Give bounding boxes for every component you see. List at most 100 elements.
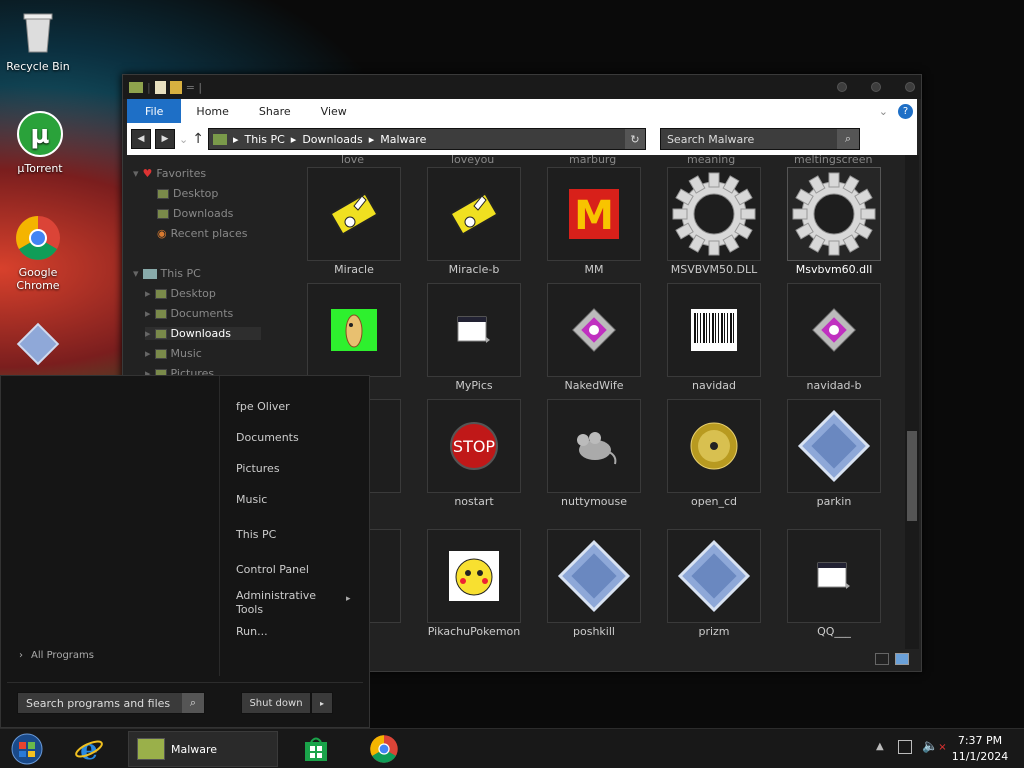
svg-text:e: e (80, 734, 98, 764)
taskbar-chrome[interactable] (364, 731, 404, 767)
search-icon[interactable]: ⌕ (182, 693, 204, 713)
file-tile[interactable]: Miracle-b (414, 167, 534, 276)
search-icon[interactable]: ⌕ (836, 129, 859, 149)
desktop-icon-utorrent[interactable]: µ µTorrent (2, 110, 78, 175)
file-tile[interactable]: STOP nostart (414, 399, 534, 508)
tab-view[interactable]: View (306, 105, 362, 118)
maximize-button[interactable] (871, 82, 881, 92)
nav-fav-desktop[interactable]: Desktop (157, 187, 218, 200)
clock[interactable]: 7:37 PM 11/1/2024 (950, 733, 1010, 765)
details-view-icon[interactable] (875, 653, 889, 665)
breadcrumb-malware[interactable]: Malware (380, 133, 426, 146)
start-menu-right-pane: fpe Oliver Documents Pictures Music This… (219, 376, 369, 676)
desktop-icon-app[interactable] (0, 320, 76, 372)
file-tile[interactable]: prizm (654, 529, 774, 638)
network-icon[interactable] (898, 740, 912, 754)
file-tile[interactable]: QQ___ (774, 529, 894, 638)
file-tile[interactable]: navidad-b (774, 283, 894, 392)
stop-sign-icon: STOP (427, 399, 521, 493)
tab-share[interactable]: Share (244, 105, 306, 118)
taskbar-store[interactable] (296, 731, 336, 767)
tab-home[interactable]: Home (181, 105, 243, 118)
file-tile[interactable]: Miracle (299, 167, 414, 276)
back-button[interactable]: ◀ (131, 129, 151, 149)
pikachu-icon (427, 529, 521, 623)
nav-pc-downloads[interactable]: ▸ Downloads (145, 327, 261, 340)
start-link-control-panel[interactable]: Control Panel (236, 563, 309, 576)
shutdown-group: Shut down ▸ (241, 692, 333, 714)
nav-pc-music[interactable]: ▸ Music (145, 347, 202, 360)
address-bar[interactable]: ▸ This PC ▸ Downloads ▸ Malware ↻ (207, 128, 646, 150)
nav-fav-recent[interactable]: ◉ Recent places (157, 227, 247, 240)
recycle-bin-icon (14, 8, 62, 56)
new-folder-icon[interactable] (169, 80, 182, 94)
file-name: NakedWife (564, 379, 624, 392)
desktop-icon-chrome[interactable]: Google Chrome (0, 214, 76, 292)
help-icon[interactable]: ? (898, 103, 913, 119)
file-tile[interactable]: NakedWife (534, 283, 654, 392)
breadcrumb-this-pc[interactable]: This PC (244, 133, 284, 146)
nav-pc-documents[interactable]: ▸ Documents (145, 307, 233, 320)
chevron-down-icon[interactable]: ⌄ (879, 105, 888, 118)
nav-fav-downloads[interactable]: Downloads (157, 207, 233, 220)
forward-button[interactable]: ▶ (155, 129, 175, 149)
file-tile[interactable] (299, 283, 414, 379)
taskbar-window-label: Malware (171, 742, 218, 756)
large-icons-view-icon[interactable] (895, 653, 909, 665)
start-link-user[interactable]: fpe Oliver (236, 400, 290, 413)
close-button[interactable] (905, 82, 915, 92)
file-tile[interactable]: M MM (534, 167, 654, 276)
shutdown-button[interactable]: Shut down (241, 692, 311, 714)
nav-pc-desktop[interactable]: ▸ Desktop (145, 287, 216, 300)
recent-locations-icon[interactable]: ⌄ (179, 133, 188, 146)
start-orb-icon (11, 733, 43, 765)
up-arrow-icon[interactable]: ↑ (192, 131, 204, 147)
file-tile[interactable]: Msvbvm60.dll (774, 167, 894, 276)
properties-icon[interactable] (154, 80, 166, 94)
start-link-admin-tools[interactable]: Administrative Tools (236, 589, 332, 617)
start-link-music[interactable]: Music (236, 493, 267, 506)
shutdown-options-button[interactable]: ▸ (311, 692, 333, 714)
nav-favorites[interactable]: ▾ ♥ Favorites (133, 167, 206, 180)
show-hidden-icons-icon[interactable]: ▲ (876, 741, 884, 752)
expand-arrow-icon: ▾ (133, 167, 139, 180)
start-link-documents[interactable]: Documents (236, 431, 299, 444)
breadcrumb-downloads[interactable]: Downloads (302, 133, 362, 146)
search-input[interactable]: Search Malware ⌕ (659, 128, 860, 150)
file-name: navidad-b (806, 379, 862, 392)
refresh-icon[interactable]: ↻ (624, 129, 645, 149)
start-link-pictures[interactable]: Pictures (236, 462, 280, 475)
file-tile[interactable]: MSVBVM50.DLL (654, 167, 774, 276)
desktop-icon-recycle-bin[interactable]: Recycle Bin (0, 8, 76, 73)
volume-muted-icon[interactable]: 🔈× (922, 739, 947, 754)
nav-this-pc[interactable]: ▾ This PC (133, 267, 201, 280)
file-tile[interactable]: navidad (654, 283, 774, 392)
start-search-input[interactable]: Search programs and files ⌕ (17, 692, 205, 714)
desktop-icon-label: Recycle Bin (6, 60, 70, 73)
file-tile[interactable]: open_cd (654, 399, 774, 508)
file-name: MM (584, 263, 604, 276)
ribbon: File Home Share View ⌄ ? (127, 99, 917, 123)
scrollbar-thumb[interactable] (907, 431, 917, 521)
taskbar-explorer-window[interactable]: Malware (128, 731, 278, 767)
file-tile[interactable]: PikachuPokemon (414, 529, 534, 638)
vertical-scrollbar[interactable] (905, 155, 919, 649)
start-link-run[interactable]: Run... (236, 625, 268, 638)
file-tile[interactable]: poshkill (534, 529, 654, 638)
expand-arrow-icon: ▾ (133, 267, 139, 280)
submenu-arrow-icon: ▸ (346, 594, 351, 604)
taskbar-internet-explorer[interactable]: e (66, 731, 112, 767)
breadcrumb-separator-icon: ▸ (368, 132, 375, 146)
start-button[interactable] (8, 731, 46, 767)
file-tile[interactable]: nuttymouse (534, 399, 654, 508)
file-tile[interactable]: parkin (774, 399, 894, 508)
minimize-button[interactable] (837, 82, 847, 92)
start-link-this-pc[interactable]: This PC (236, 528, 276, 541)
blue-diamond-icon (787, 399, 881, 493)
desktop-icon-label: Google Chrome (16, 266, 60, 292)
file-name: MyPics (455, 379, 493, 392)
file-tile[interactable]: MyPics (414, 283, 534, 392)
tab-file[interactable]: File (127, 99, 182, 123)
banana-icon (307, 283, 401, 377)
all-programs-button[interactable]: › All Programs (19, 650, 94, 661)
